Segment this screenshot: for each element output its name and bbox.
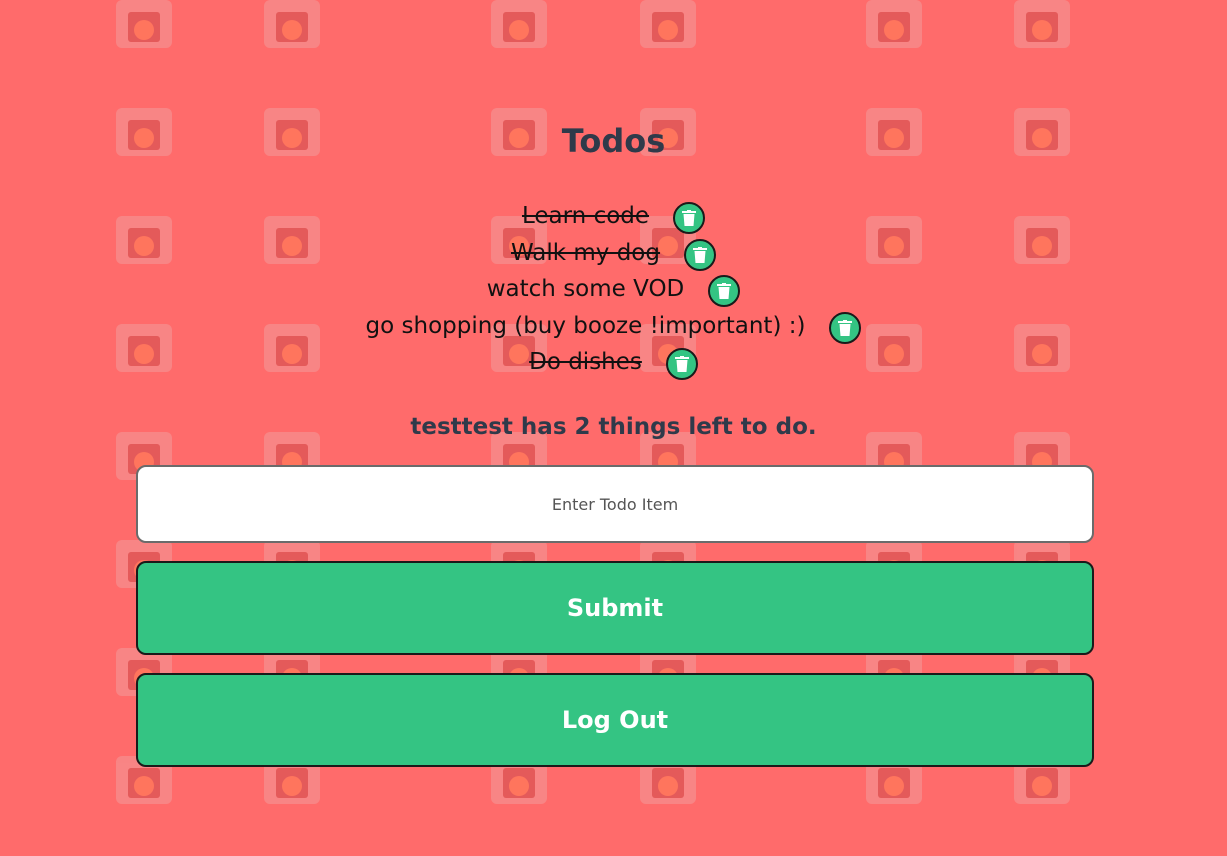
page-title: Todos — [561, 122, 666, 160]
todo-item-text[interactable]: Learn code — [522, 203, 649, 229]
todo-item-text[interactable]: Do dishes — [529, 349, 642, 375]
todo-item-text[interactable]: go shopping (buy booze !important) :) — [366, 313, 806, 339]
logout-button[interactable]: Log Out — [136, 673, 1094, 767]
todo-list: Learn code Walk my dog watch some VOD go… — [0, 198, 1227, 381]
delete-todo-button[interactable] — [829, 311, 862, 344]
delete-todo-button[interactable] — [665, 348, 698, 381]
submit-button[interactable]: Submit — [136, 561, 1094, 655]
todo-item: watch some VOD — [0, 271, 1227, 308]
delete-todo-button[interactable] — [673, 202, 706, 235]
todo-item: Do dishes — [0, 344, 1227, 381]
todo-item-text[interactable]: watch some VOD — [487, 276, 685, 302]
trash-icon — [717, 283, 732, 300]
todo-app: Todos Learn code Walk my dog watch some … — [0, 0, 1227, 856]
todo-item-text[interactable]: Walk my dog — [511, 240, 660, 266]
todo-item: Walk my dog — [0, 235, 1227, 272]
trash-icon — [682, 210, 697, 227]
trash-icon — [692, 246, 707, 263]
todo-item: go shopping (buy booze !important) :) — [0, 308, 1227, 345]
remaining-summary: testtest has 2 things left to do. — [410, 414, 817, 440]
trash-icon — [838, 319, 853, 336]
trash-icon — [674, 356, 689, 373]
todo-input[interactable] — [136, 465, 1094, 543]
todo-item: Learn code — [0, 198, 1227, 235]
delete-todo-button[interactable] — [708, 275, 741, 308]
delete-todo-button[interactable] — [683, 238, 716, 271]
